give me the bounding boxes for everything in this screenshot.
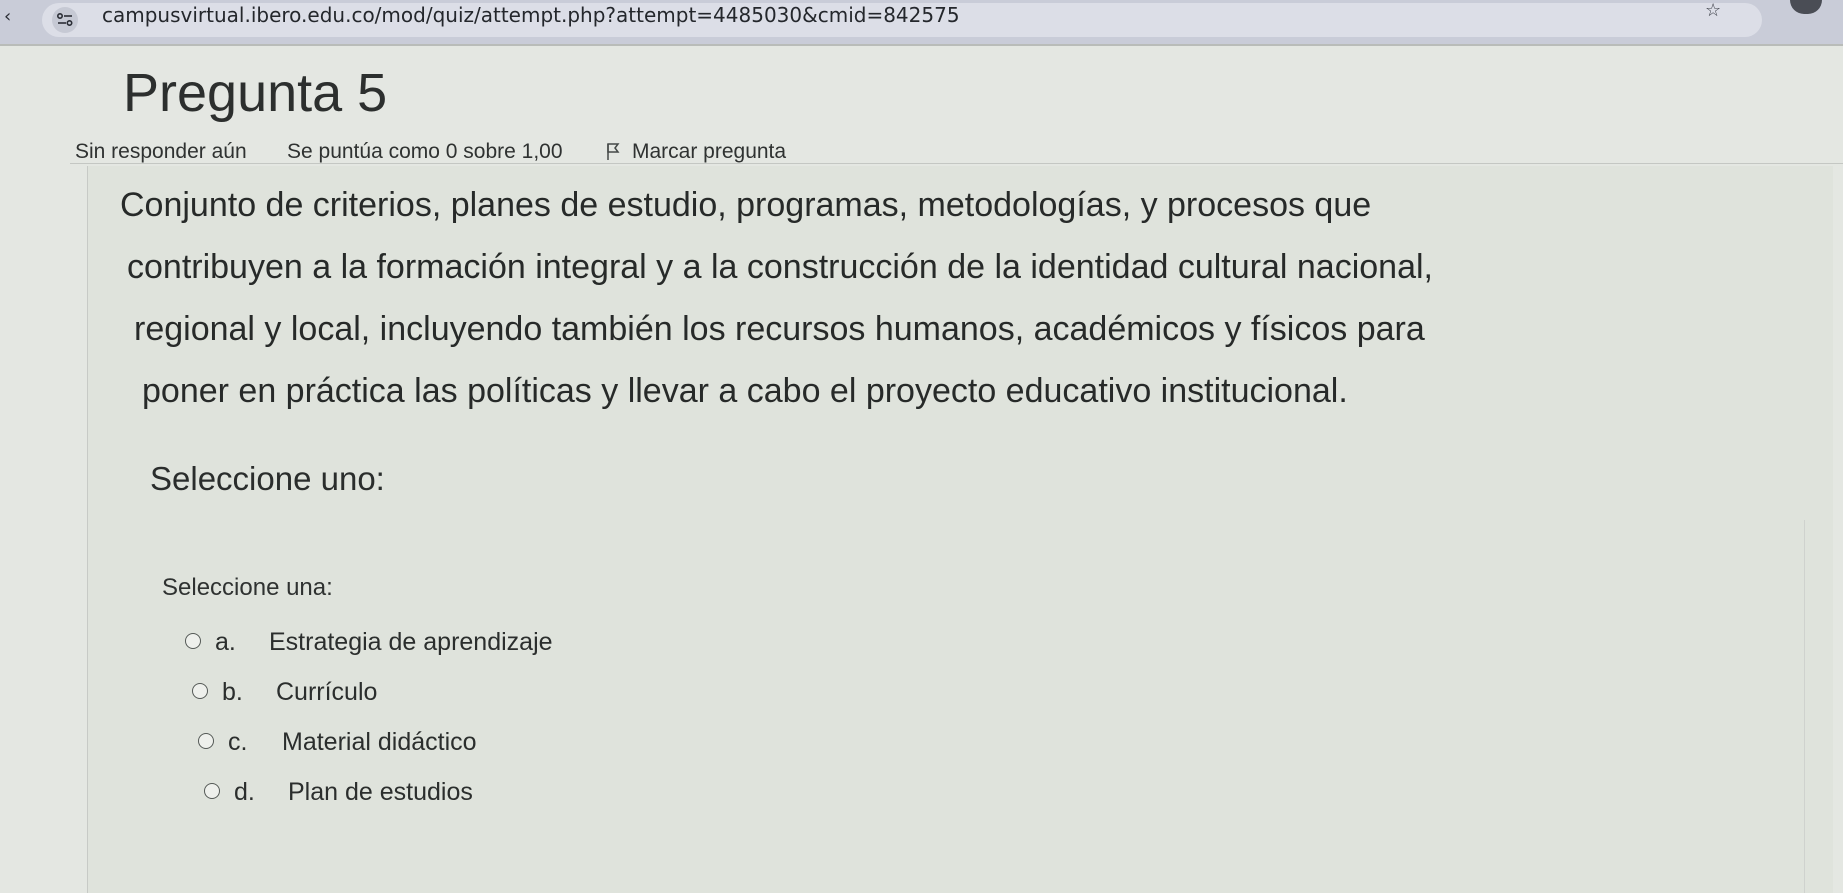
answer-option-c[interactable]: c. Material didáctico [198, 728, 718, 758]
question-prompt: Seleccione uno: [150, 460, 385, 497]
answer-select-label: Seleccione una: [162, 574, 333, 601]
back-arrow-icon[interactable]: ‹ [4, 6, 20, 27]
option-label[interactable]: Material didáctico [282, 728, 477, 757]
info-divider [70, 163, 1843, 164]
radio-button[interactable] [198, 733, 214, 749]
question-text-line: contribuyen a la formación integral y a … [127, 248, 1433, 286]
radio-button[interactable] [204, 783, 220, 799]
option-letter: b. [222, 678, 243, 706]
radio-button[interactable] [192, 683, 208, 699]
bookmark-star-icon[interactable]: ☆ [1705, 0, 1725, 21]
question-state: Sin responder aún [75, 140, 247, 163]
answer-option-a[interactable]: a. Estrategia de aprendizaje [185, 628, 705, 658]
question-title: Pregunta 5 [123, 63, 388, 123]
url-text[interactable]: campusvirtual.ibero.edu.co/mod/quiz/atte… [102, 3, 960, 31]
toolbar-divider [0, 44, 1843, 46]
flag-question-link[interactable]: Marcar pregunta [632, 140, 786, 164]
question-text-line: poner en práctica las políticas y llevar… [142, 372, 1348, 410]
tune-icon [57, 13, 73, 27]
content-edge [1804, 520, 1805, 893]
option-label[interactable]: Currículo [276, 678, 377, 707]
option-letter: c. [228, 728, 248, 756]
option-label[interactable]: Plan de estudios [288, 778, 473, 807]
option-letter: d. [234, 778, 255, 806]
option-label[interactable]: Estrategia de aprendizaje [269, 628, 553, 657]
question-text-line: regional y local, incluyendo también los… [134, 310, 1425, 348]
question-grade: Se puntúa como 0 sobre 1,00 [287, 140, 563, 163]
option-letter: a. [215, 628, 236, 656]
answer-option-b[interactable]: b. Currículo [192, 678, 712, 708]
radio-button[interactable] [185, 633, 201, 649]
question-text-line: Conjunto de criterios, planes de estudio… [120, 186, 1372, 224]
site-info-icon[interactable] [52, 7, 78, 33]
answer-option-d[interactable]: d. Plan de estudios [204, 778, 724, 808]
